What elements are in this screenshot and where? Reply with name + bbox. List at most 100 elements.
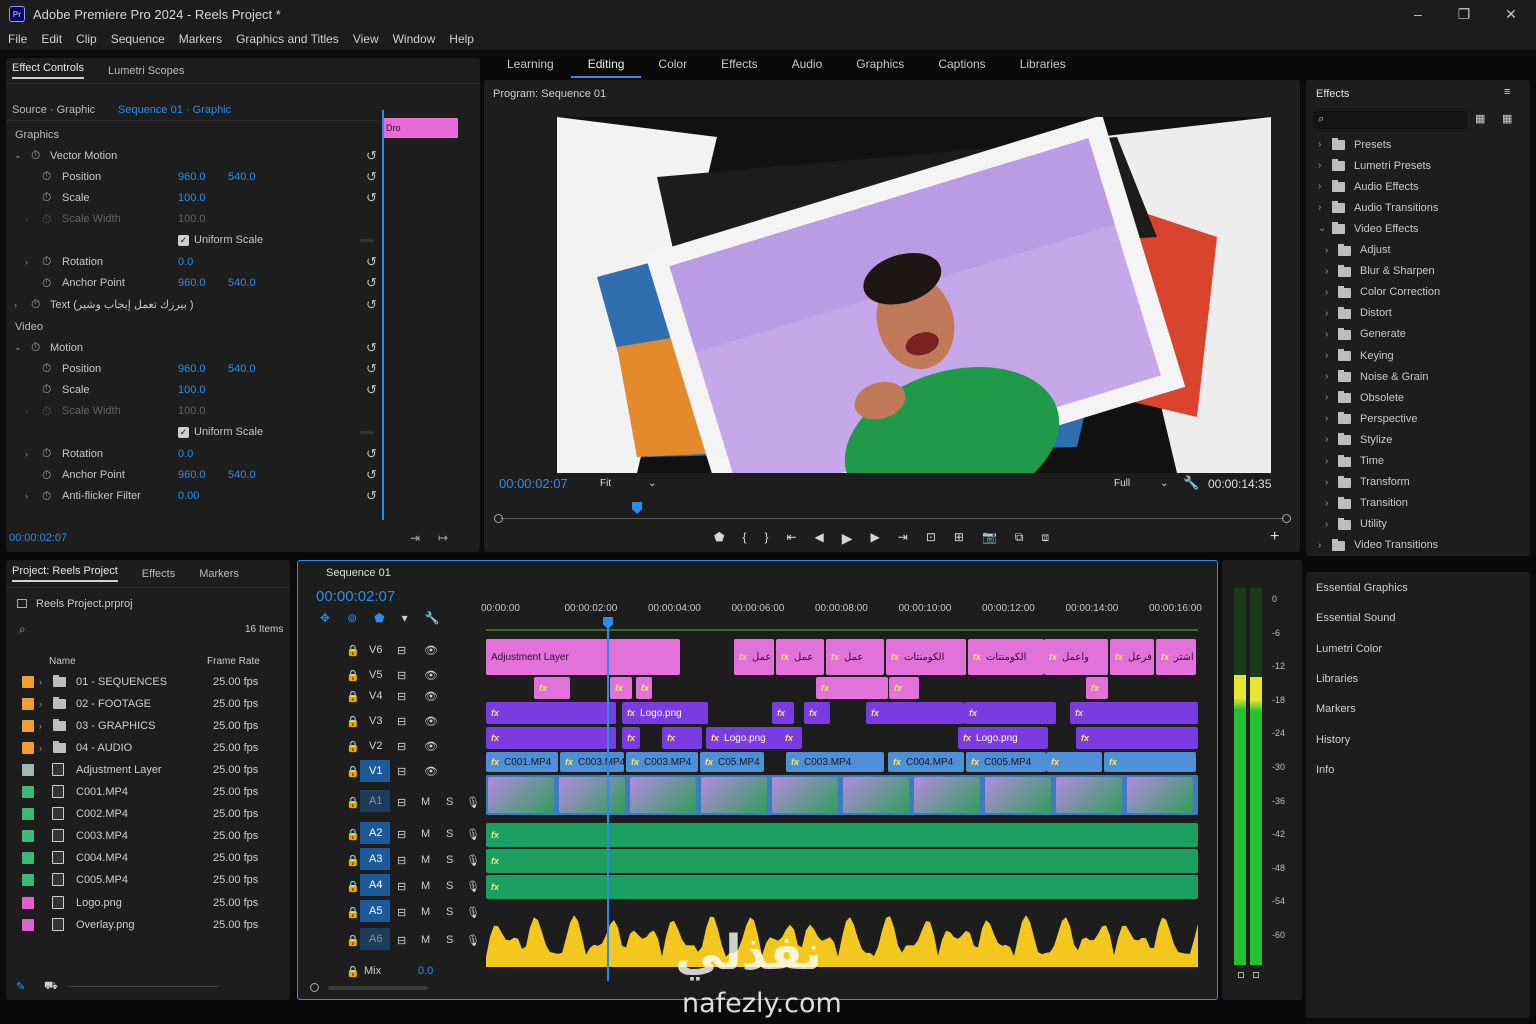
workspace-editing[interactable]: Editing	[570, 52, 642, 78]
menu-edit[interactable]: Edit	[41, 32, 62, 46]
source-label[interactable]: Source · Graphic	[12, 104, 95, 116]
chevron-down-icon[interactable]: ⌄	[1318, 223, 1326, 234]
overlay-clip[interactable]: fx	[1086, 677, 1108, 699]
project-list-item[interactable]: Overlay.png 25.00 fps	[6, 914, 290, 936]
mini-timeline-clip[interactable]: Dro	[382, 118, 458, 138]
workspace-color[interactable]: Color	[641, 52, 704, 78]
program-title[interactable]: Program: Sequence 01	[493, 88, 606, 100]
effect-controls-timecode[interactable]: 00:00:02:07	[9, 532, 67, 544]
program-video-frame[interactable]	[557, 117, 1271, 473]
play-icon[interactable]: ▶	[842, 530, 853, 547]
effects-subfolder[interactable]: › Obsolete	[1306, 387, 1516, 408]
chevron-right-icon[interactable]: ›	[1325, 498, 1328, 509]
color-label[interactable]	[22, 830, 34, 843]
audio-track-header[interactable]: 🔒 A1 ⊟ M S 🎙	[342, 790, 527, 813]
add-marker-icon[interactable]: ⬟	[374, 611, 384, 625]
workspace-libraries[interactable]: Libraries	[1003, 52, 1083, 78]
text-graphic-clip[interactable]: fx فرعل	[1110, 639, 1154, 675]
eye-icon[interactable]: 👁	[424, 765, 438, 778]
graphic-clip[interactable]: fx Logo.png	[706, 727, 790, 749]
lift-icon[interactable]: ⊡	[926, 530, 936, 547]
property-value-1[interactable]: 960.0	[178, 277, 206, 289]
overlay-clip[interactable]: fx	[534, 677, 570, 699]
color-label[interactable]	[22, 764, 34, 777]
video-clip[interactable]: fx C005.MP4	[966, 752, 1046, 772]
property-value-1[interactable]: 960.0	[178, 171, 206, 183]
eye-icon[interactable]: 👁	[424, 644, 438, 657]
color-label[interactable]	[22, 720, 34, 733]
new-bin-icon[interactable]: ▦	[1475, 112, 1485, 125]
graphic-clip[interactable]: fx	[662, 727, 702, 749]
chevron-right-icon[interactable]: ›	[1318, 181, 1321, 192]
audio-track-header[interactable]: 🔒 A5 ⊟ M S 🎙	[342, 900, 527, 923]
vr-icon[interactable]: ⧉	[1015, 530, 1024, 547]
project-list-item[interactable]: C001.MP4 25.00 fps	[6, 781, 290, 803]
linked-selection-icon[interactable]: ⊚	[347, 611, 357, 625]
property-row[interactable]: ⏱ Scale 100.0 ↺	[6, 379, 381, 400]
effects-subfolder[interactable]: › Blur & Sharpen	[1306, 261, 1516, 282]
video-clip[interactable]: fx	[1046, 752, 1102, 772]
video-clip[interactable]: fx C004.MP4	[888, 752, 964, 772]
stopwatch-icon[interactable]: ⏱	[42, 254, 51, 269]
chevron-right-icon[interactable]: ›	[25, 214, 28, 224]
mute-button[interactable]: M	[421, 934, 430, 946]
reset-icon[interactable]: ↺	[366, 488, 377, 504]
stopwatch-icon[interactable]: ⏱	[42, 212, 51, 227]
lock-icon[interactable]: 🔒	[346, 690, 360, 703]
color-label[interactable]	[22, 808, 34, 821]
graphic-clip[interactable]: fx	[804, 702, 830, 724]
chevron-right-icon[interactable]: ›	[1325, 329, 1328, 340]
solo-button[interactable]: S	[446, 934, 453, 946]
chevron-right-icon[interactable]: ›	[25, 406, 28, 416]
property-row[interactable]: › ⏱ Rotation 0.0 ↺	[6, 443, 381, 464]
solo-button[interactable]: S	[446, 880, 453, 892]
eye-icon[interactable]: 👁	[424, 715, 438, 728]
chevron-right-icon[interactable]: ›	[39, 677, 42, 687]
chevron-down-icon[interactable]: ⌄	[14, 342, 22, 353]
stopwatch-icon[interactable]: ⏱	[42, 468, 51, 483]
chevron-right-icon[interactable]: ›	[39, 721, 42, 731]
sync-lock-icon[interactable]: ⊟	[397, 880, 406, 893]
chevron-right-icon[interactable]: ›	[25, 449, 28, 459]
overlay-clip[interactable]: fx	[889, 677, 919, 699]
mute-button[interactable]: M	[421, 828, 430, 840]
lock-icon[interactable]: 🔒	[346, 796, 360, 809]
audio-track-header[interactable]: 🔒 A4 ⊟ M S 🎙	[342, 874, 527, 897]
reset-icon[interactable]: ↺	[366, 382, 377, 398]
sync-lock-icon[interactable]: ⊟	[397, 906, 406, 919]
chevron-down-icon[interactable]: ⌄	[14, 150, 22, 161]
reset-icon[interactable]: ↺	[366, 190, 377, 206]
settings-wrench-icon[interactable]: 🔧	[425, 611, 440, 625]
property-row[interactable]: › ⏱ Anti-flicker Filter 0.00 ↺	[6, 486, 381, 507]
uniform-scale-checkbox[interactable]: ✓ Uniform Scale	[178, 426, 263, 439]
property-row[interactable]: ✓ Uniform Scale	[6, 230, 381, 251]
filter-icon[interactable]: ⇥	[410, 531, 420, 545]
marker-icon[interactable]: ▾	[402, 611, 408, 625]
graphic-clip[interactable]: fx	[1076, 727, 1198, 749]
sync-lock-icon[interactable]: ⊟	[397, 715, 406, 728]
chevron-right-icon[interactable]: ›	[1325, 477, 1328, 488]
tab-effects[interactable]: Effects	[142, 568, 175, 580]
color-label[interactable]	[22, 786, 34, 799]
menu-view[interactable]: View	[353, 32, 379, 46]
project-list-item[interactable]: C004.MP4 25.00 fps	[6, 847, 290, 869]
mark-out-icon[interactable]: }	[764, 530, 768, 547]
audio-track-header[interactable]: 🔒 A2 ⊟ M S 🎙	[342, 822, 527, 845]
chevron-right-icon[interactable]: ›	[1325, 456, 1328, 467]
workspace-captions[interactable]: Captions	[921, 52, 1002, 78]
chevron-right-icon[interactable]: ›	[1318, 202, 1321, 213]
video-track-header[interactable]: 🔒 V4 ⊟ 👁	[342, 686, 527, 706]
stopwatch-icon[interactable]: ⏱	[42, 489, 51, 504]
property-value-1[interactable]: 100.0	[178, 192, 206, 204]
microphone-icon[interactable]: 🎙	[466, 934, 480, 947]
effects-subfolder[interactable]: › Perspective	[1306, 408, 1516, 429]
track-label[interactable]: V3	[360, 710, 390, 732]
fit-dropdown[interactable]: Fit ⌄	[600, 478, 660, 489]
solo-button[interactable]: S	[446, 854, 453, 866]
effects-subfolder[interactable]: › Distort	[1306, 303, 1516, 324]
property-value-1[interactable]: 0.00	[178, 490, 199, 502]
audio-clip[interactable]: fx	[486, 849, 1198, 873]
tab-lumetri-scopes[interactable]: Lumetri Scopes	[108, 65, 184, 77]
stopwatch-icon[interactable]: ⏱	[42, 361, 51, 376]
text-graphic-clip[interactable]: fx اشتر	[1156, 639, 1196, 675]
